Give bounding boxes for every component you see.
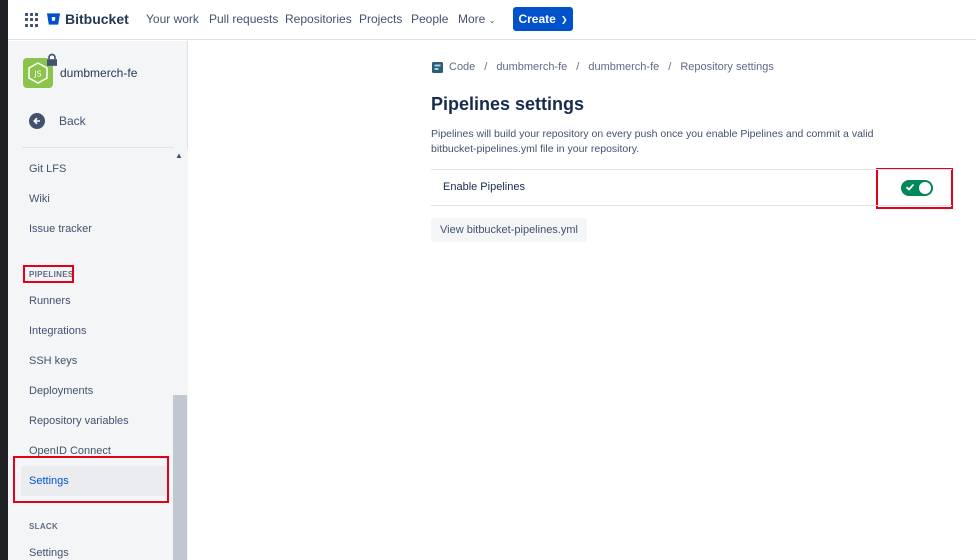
repo-name: dumbmerch-fe	[60, 66, 138, 80]
sidebar-item-runners[interactable]: Runners	[29, 295, 71, 307]
sidebar-item-wiki[interactable]: Wiki	[29, 193, 50, 205]
checkmark-icon	[905, 183, 915, 191]
highlight-pipelines-heading	[23, 265, 74, 283]
nav-projects[interactable]: Projects	[359, 12, 402, 26]
breadcrumb: Code / dumbmerch-fe / dumbmerch-fe / Rep…	[432, 61, 774, 73]
breadcrumb-repository-settings[interactable]: Repository settings	[680, 61, 774, 73]
sidebar-item-repository-variables[interactable]: Repository variables	[29, 415, 129, 427]
repository-icon	[432, 61, 443, 73]
back-button[interactable]: Back	[29, 113, 86, 129]
nav-your-work[interactable]: Your work	[146, 12, 199, 26]
breadcrumb-workspace[interactable]: dumbmerch-fe	[496, 61, 567, 73]
repo-avatar: JS	[23, 53, 57, 88]
lock-icon	[47, 53, 57, 66]
view-pipelines-yml-label: View bitbucket-pipelines.yml	[440, 224, 578, 236]
create-button[interactable]: Create ❯	[513, 7, 573, 31]
bitbucket-logo[interactable]: Bitbucket	[46, 11, 129, 27]
top-navigation: Bitbucket Your work Pull requests Reposi…	[8, 0, 976, 40]
chevron-down-icon: ❯	[560, 14, 568, 24]
sidebar-item-deployments[interactable]: Deployments	[29, 385, 93, 397]
scrollbar-thumb[interactable]	[173, 395, 187, 560]
nav-repositories[interactable]: Repositories	[285, 12, 352, 26]
breadcrumb-code[interactable]: Code	[449, 61, 475, 73]
arrow-left-icon	[29, 113, 45, 129]
svg-text:JS: JS	[33, 70, 41, 79]
nav-people[interactable]: People	[411, 12, 448, 26]
enable-pipelines-label: Enable Pipelines	[443, 181, 525, 193]
page-description: Pipelines will build your repository on …	[431, 128, 874, 155]
sidebar-item-slack-settings[interactable]: Settings	[29, 547, 69, 559]
breadcrumb-separator: /	[668, 61, 672, 73]
divider	[431, 169, 952, 170]
sidebar-divider	[22, 147, 174, 148]
nodejs-icon: JS	[28, 62, 48, 84]
sidebar-item-ssh-keys[interactable]: SSH keys	[29, 355, 77, 367]
breadcrumb-separator: /	[484, 61, 488, 73]
sidebar-item-integrations[interactable]: Integrations	[29, 325, 86, 337]
app-name: Bitbucket	[65, 11, 129, 27]
back-label: Back	[59, 114, 86, 128]
repo-header[interactable]: JS dumbmerch-fe	[23, 53, 138, 88]
bitbucket-logo-icon	[46, 13, 61, 25]
enable-pipelines-toggle[interactable]	[901, 180, 933, 196]
sidebar-item-git-lfs[interactable]: Git LFS	[29, 163, 66, 175]
create-label: Create	[518, 12, 556, 26]
section-heading-slack: SLACK	[29, 522, 59, 531]
nav-pull-requests[interactable]: Pull requests	[209, 12, 278, 26]
sidebar-item-issue-tracker[interactable]: Issue tracker	[29, 223, 92, 235]
nav-more-label: More	[458, 12, 486, 26]
chevron-down-icon: ⌄	[488, 16, 496, 25]
chevron-up-icon[interactable]: ▲	[175, 151, 183, 160]
breadcrumb-separator: /	[576, 61, 580, 73]
divider	[431, 205, 952, 206]
app-switcher-icon[interactable]	[25, 13, 39, 27]
breadcrumb-repository[interactable]: dumbmerch-fe	[588, 61, 659, 73]
window-edge	[0, 0, 8, 560]
page-title: Pipelines settings	[431, 94, 585, 114]
highlight-settings-item	[13, 456, 169, 503]
sidebar-scrollbar[interactable]: ▲	[172, 149, 188, 560]
nav-more[interactable]: More ⌄	[458, 12, 495, 26]
toggle-knob	[919, 182, 931, 194]
view-pipelines-yml-button[interactable]: View bitbucket-pipelines.yml	[431, 218, 587, 242]
